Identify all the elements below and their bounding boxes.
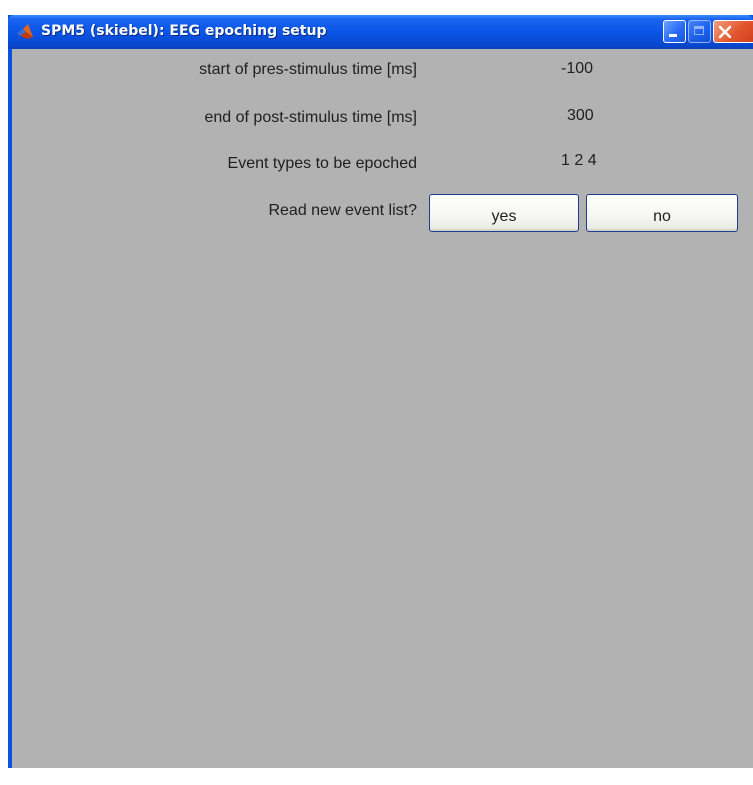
post-stimulus-label: end of post-stimulus time [ms]: [204, 109, 417, 126]
maximize-button[interactable]: [688, 20, 711, 43]
matlab-icon: [17, 24, 33, 39]
yes-button[interactable]: yes: [429, 194, 579, 232]
dialog-client-area: start of pres-stimulus time [ms] -100 en…: [12, 49, 753, 768]
close-icon: [718, 25, 732, 39]
title-bar[interactable]: SPM5 (skiebel): EEG epoching setup: [8, 15, 753, 49]
event-types-label: Event types to be epoched: [227, 155, 417, 172]
window-title: SPM5 (skiebel): EEG epoching setup: [41, 23, 327, 39]
close-button[interactable]: [713, 20, 753, 43]
pre-stimulus-label: start of pres-stimulus time [ms]: [199, 61, 417, 78]
app-window: SPM5 (skiebel): EEG epoching setup start…: [0, 0, 753, 785]
event-types-value: 1 2 4: [561, 152, 597, 169]
pre-stimulus-value: -100: [561, 60, 594, 77]
post-stimulus-value: 300: [567, 107, 594, 124]
read-event-list-label: Read new event list?: [268, 202, 417, 219]
no-button[interactable]: no: [586, 194, 738, 232]
minimize-button[interactable]: [663, 20, 686, 43]
